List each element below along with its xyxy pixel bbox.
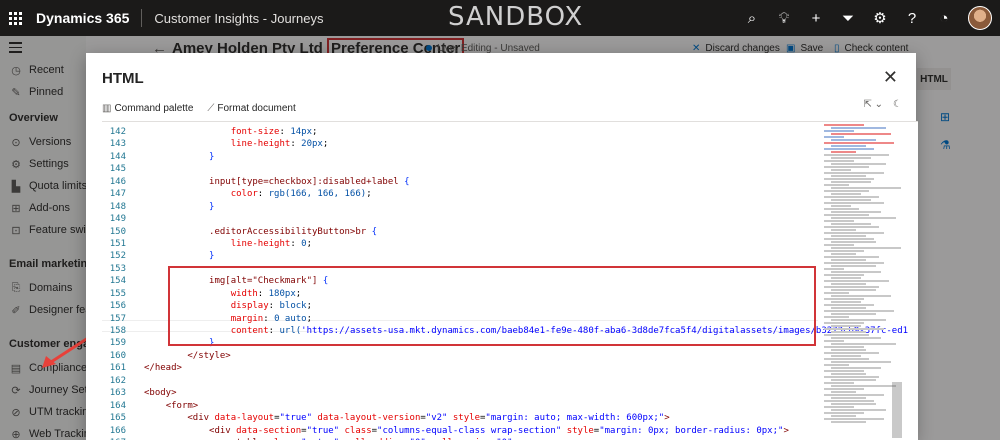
theme-toggle-icon[interactable]: ☾ — [893, 99, 902, 110]
app-name[interactable]: Dynamics 365 — [30, 9, 143, 27]
format-icon: ⟋ — [207, 102, 215, 114]
line-code: font-size: 14px; — [230, 127, 318, 137]
annotation-arrow — [42, 336, 89, 368]
line-number: 164 — [109, 400, 126, 411]
code-line[interactable]: 150 .editorAccessibilityButton>br { — [102, 226, 818, 238]
line-number: 155 — [109, 288, 126, 299]
code-line[interactable]: 143 line-height: 20px; — [102, 138, 818, 150]
code-line[interactable]: 165 <div data-layout="true" data-layout-… — [102, 412, 818, 424]
command-palette-button[interactable]: ▥ Command palette — [102, 103, 193, 114]
top-navigation-bar: Dynamics 365 Customer Insights - Journey… — [0, 0, 1000, 36]
area-name[interactable]: Customer Insights - Journeys — [142, 11, 323, 26]
code-line[interactable]: 163 <body> — [102, 387, 818, 399]
code-line[interactable]: 161 </head> — [102, 362, 818, 374]
line-number: 152 — [109, 251, 126, 262]
code-line[interactable]: 146 input[type=checkbox]:disabled+label … — [102, 176, 818, 188]
line-code: </head> — [144, 363, 182, 374]
code-line[interactable]: 142 font-size: 14px; — [102, 126, 818, 138]
code-line[interactable]: 147 color: rgb(166, 166, 166); — [102, 188, 818, 200]
code-line[interactable]: 148 } — [102, 201, 818, 213]
line-number: 147 — [109, 189, 126, 200]
filter-icon[interactable]: ⏷ — [832, 0, 864, 36]
copilot-icon[interactable]: ◔ — [928, 0, 960, 36]
format-document-label: Format document — [217, 102, 296, 114]
code-minimap[interactable] — [824, 124, 902, 438]
line-number: 153 — [109, 263, 126, 274]
line-number: 163 — [109, 388, 126, 399]
line-number: 150 — [109, 226, 126, 237]
line-number: 148 — [109, 201, 126, 212]
command-palette-icon: ▥ — [102, 102, 112, 114]
line-code: } — [209, 251, 215, 262]
code-line[interactable]: 162 — [102, 375, 818, 387]
html-editor-dialog: HTML ✕ ▥ Command palette ⟋ Format docume… — [86, 53, 918, 440]
line-number: 159 — [109, 338, 126, 349]
help-icon[interactable]: ? — [896, 0, 928, 36]
format-document-button[interactable]: ⟋ Format document — [207, 103, 295, 114]
line-code: color: rgb(166, 166, 166); — [230, 189, 372, 200]
line-number: 143 — [109, 139, 126, 150]
line-number: 146 — [109, 176, 126, 187]
line-number: 166 — [109, 425, 126, 436]
line-number: 154 — [109, 276, 126, 287]
line-number: 157 — [109, 313, 126, 324]
line-code: .editorAccessibilityButton>br { — [209, 226, 378, 237]
dialog-title: HTML — [102, 70, 144, 87]
line-number: 165 — [109, 413, 126, 424]
code-line[interactable]: 166 <div data-section="true" class="colu… — [102, 425, 818, 437]
close-icon[interactable]: ✕ — [883, 67, 898, 88]
editor-toolbar: ▥ Command palette ⟋ Format document ⇱ ⌄ … — [102, 99, 902, 117]
code-line[interactable]: 160 </style> — [102, 350, 818, 362]
editor-scrollbar[interactable] — [892, 382, 902, 438]
line-number: 145 — [109, 164, 126, 175]
line-code: input[type=checkbox]:disabled+label { — [209, 176, 410, 187]
code-line[interactable]: 152 } — [102, 250, 818, 262]
command-palette-label: Command palette — [114, 102, 194, 114]
line-number: 160 — [109, 350, 126, 361]
plus-icon[interactable]: + — [800, 0, 832, 36]
line-code: <body> — [144, 388, 177, 399]
line-code: } — [209, 151, 215, 162]
code-line[interactable]: 145 — [102, 163, 818, 175]
line-number: 161 — [109, 363, 126, 374]
line-number: 144 — [109, 151, 126, 162]
line-code: <div data-section="true" class="columns-… — [209, 425, 789, 436]
app-launcher-icon[interactable] — [0, 0, 30, 36]
avatar[interactable] — [968, 6, 992, 30]
line-number: 158 — [109, 326, 126, 336]
code-editor[interactable]: 142 font-size: 14px; 143 line-height: 20p… — [102, 121, 918, 440]
line-code: line-height: 0; — [230, 238, 312, 249]
code-line[interactable]: 144 } — [102, 151, 818, 163]
popout-icon[interactable]: ⇱ ⌄ — [863, 99, 883, 110]
line-number: 149 — [109, 214, 126, 225]
line-number: 142 — [109, 127, 126, 137]
annotation-highlight-box — [168, 266, 816, 346]
line-code: </style> — [187, 350, 231, 361]
line-code: line-height: 20px; — [230, 139, 329, 150]
code-line[interactable]: 164 <form> — [102, 400, 818, 412]
code-line[interactable]: 149 — [102, 213, 818, 225]
line-number: 156 — [109, 301, 126, 312]
line-code: } — [209, 201, 215, 212]
search-icon[interactable]: ⌕ — [736, 0, 768, 36]
line-code: <form> — [165, 400, 199, 411]
environment-banner: SANDBOX — [448, 2, 584, 32]
line-number: 162 — [109, 375, 126, 386]
gear-icon[interactable]: ⚙ — [864, 0, 896, 36]
line-code: <div data-layout="true" data-layout-vers… — [187, 413, 670, 424]
lightbulb-icon[interactable]: 💡︎ — [768, 0, 800, 36]
code-line[interactable]: 151 line-height: 0; — [102, 238, 818, 250]
line-number: 151 — [109, 238, 126, 249]
